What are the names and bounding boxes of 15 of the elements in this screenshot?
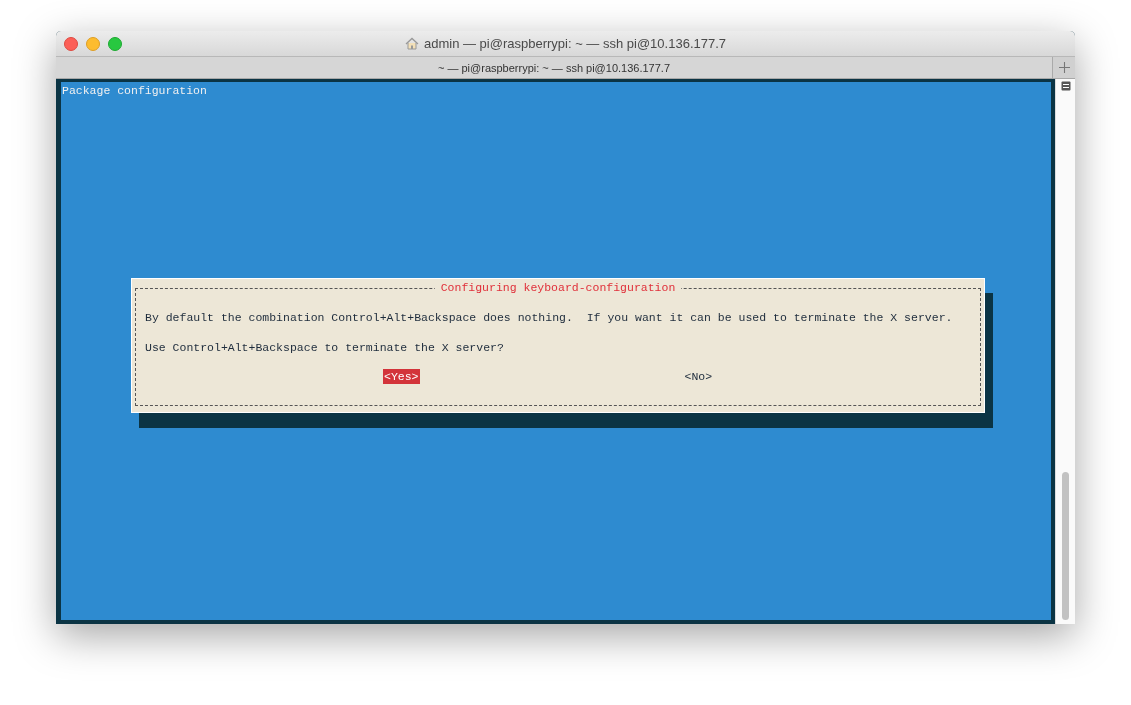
dialog-title: Configuring keyboard-configuration xyxy=(434,280,682,295)
minimize-button[interactable] xyxy=(86,37,100,51)
header-text: Package configuration xyxy=(61,83,208,98)
no-button[interactable]: <No> xyxy=(683,369,714,384)
list-icon[interactable] xyxy=(1060,81,1071,91)
zoom-button[interactable] xyxy=(108,37,122,51)
dialog-text: Use Control+Alt+Backspace to terminate the X server? xyxy=(145,340,505,355)
house-icon xyxy=(404,37,419,50)
dialog-text: By default the combination Control+Alt+Backspace does nothing. If you want it can be used to terminate the X server. xyxy=(145,310,954,325)
window-title: admin — pi@raspberrypi: ~ — ssh pi@10.136.177.7 xyxy=(423,36,727,51)
scrollbar-thumb[interactable] xyxy=(1062,472,1069,620)
terminal-tab[interactable]: ~ — pi@raspberrypi: ~ — ssh pi@10.136.177.7 xyxy=(56,57,1052,78)
plus-icon xyxy=(1058,62,1070,73)
yes-button[interactable]: <Yes> xyxy=(383,369,420,384)
close-button[interactable] xyxy=(64,37,78,51)
